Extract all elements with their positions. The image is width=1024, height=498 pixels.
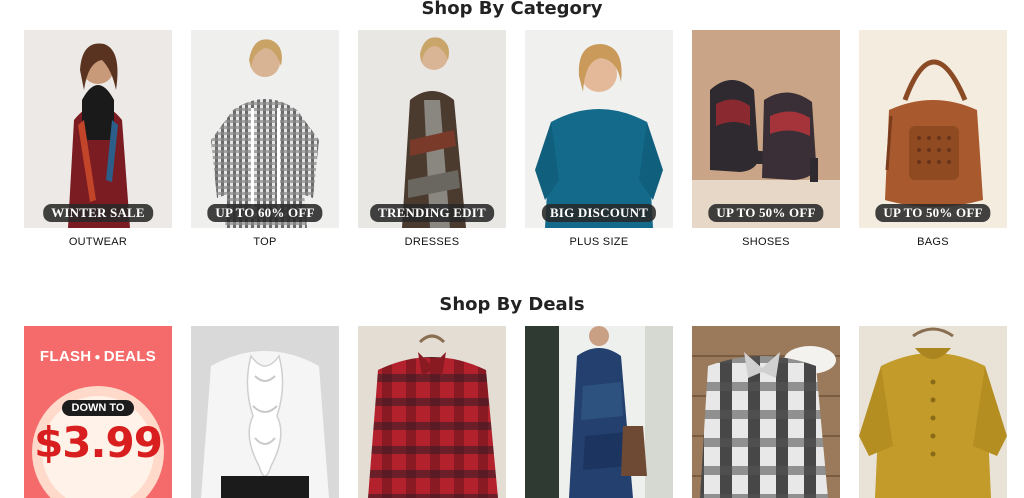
category-image-top[interactable]: UP TO 60% OFF bbox=[191, 30, 339, 228]
category-image-plus-size[interactable]: BIG DISCOUNT bbox=[525, 30, 673, 228]
category-badge-bags: UP TO 50% OFF bbox=[875, 204, 991, 222]
category-section-title: Shop By Category bbox=[421, 0, 603, 19]
deal-image-navy-dress[interactable] bbox=[525, 326, 673, 498]
deal-image-mustard-blouse[interactable] bbox=[859, 326, 1007, 498]
category-badge-dresses: TRENDING EDIT bbox=[370, 204, 494, 222]
category-label-plus-size[interactable]: PLUS SIZE bbox=[525, 236, 673, 248]
category-image-outwear[interactable]: WINTER SALE bbox=[24, 30, 172, 228]
flash-price: $3.99 bbox=[34, 418, 163, 467]
category-image-shoses[interactable]: UP TO 50% OFF bbox=[692, 30, 840, 228]
category-badge-top: UP TO 60% OFF bbox=[207, 204, 323, 222]
deal-image-bw-plaid-shirt[interactable] bbox=[692, 326, 840, 498]
flash-title-left: FLASH bbox=[39, 348, 92, 365]
flash-down-to-pill: DOWN TO bbox=[62, 400, 134, 416]
category-badge-outwear: WINTER SALE bbox=[43, 204, 153, 222]
flash-deals-title: FLASH ● DEALS bbox=[24, 348, 172, 365]
category-image-dresses[interactable]: TRENDING EDIT bbox=[358, 30, 506, 228]
category-label-shoses[interactable]: SHOSES bbox=[692, 236, 840, 248]
category-badge-plus-size: BIG DISCOUNT bbox=[541, 204, 657, 222]
deals-section-title: Shop By Deals bbox=[439, 294, 585, 315]
flash-title-right: DEALS bbox=[103, 348, 157, 365]
flash-dot-icon: ● bbox=[94, 351, 101, 363]
deal-image-ruffle-blouse[interactable] bbox=[191, 326, 339, 498]
category-badge-shoses: UP TO 50% OFF bbox=[708, 204, 824, 222]
category-label-top[interactable]: TOP bbox=[191, 236, 339, 248]
category-image-bags[interactable]: UP TO 50% OFF bbox=[859, 30, 1007, 228]
category-label-outwear[interactable]: OUTWEAR bbox=[24, 236, 172, 248]
category-label-bags[interactable]: BAGS bbox=[859, 236, 1007, 248]
flash-deals-tile[interactable]: FLASH ● DEALS DOWN TO $3.99 bbox=[24, 326, 172, 498]
deal-image-red-plaid-shirt[interactable] bbox=[358, 326, 506, 498]
category-label-dresses[interactable]: DRESSES bbox=[358, 236, 506, 248]
